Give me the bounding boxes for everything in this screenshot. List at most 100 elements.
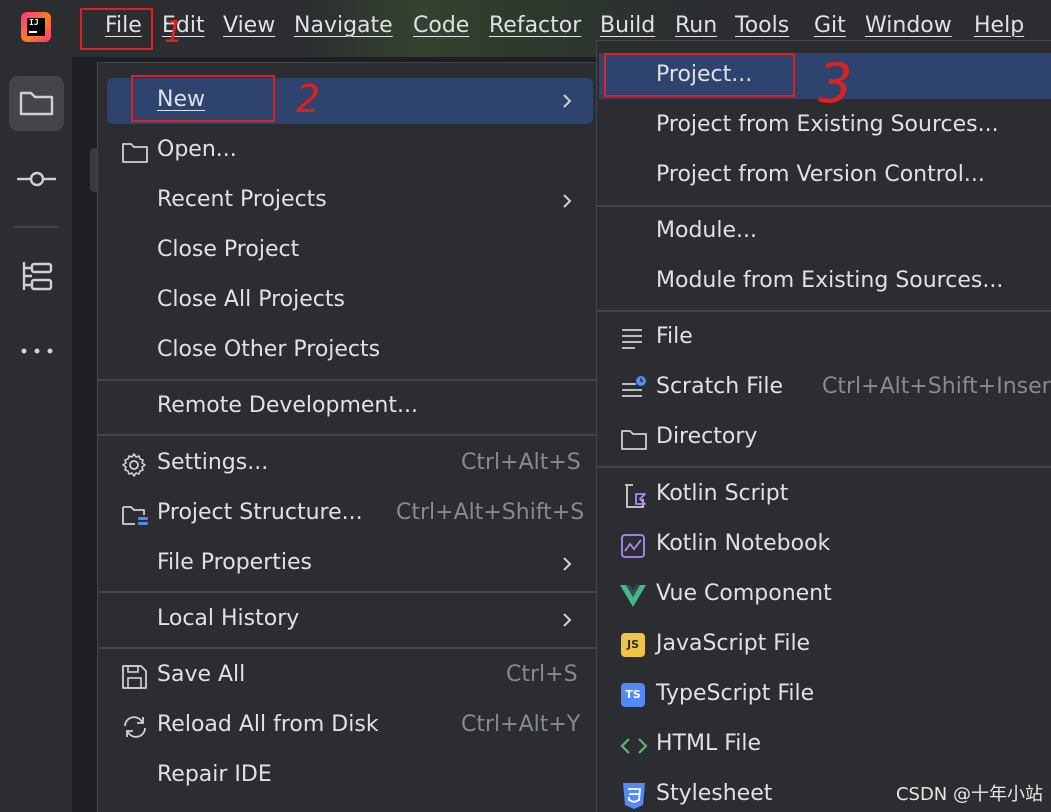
file-menu-item-settings[interactable]: Settings... Ctrl+Alt+S [98, 440, 596, 490]
file-menu-item-local-history[interactable]: Local History [98, 596, 596, 646]
annotation-box-new [131, 75, 275, 122]
new-item-typescript-file[interactable]: TS TypeScript File [597, 671, 1051, 721]
annotation-box-file [80, 8, 153, 50]
menu-item-label: Module from Existing Sources... [656, 268, 1004, 293]
menu-item-label: Kotlin Script [656, 481, 789, 506]
menu-separator [597, 310, 1051, 312]
kotlin-script-icon [625, 484, 646, 508]
reload-icon [124, 716, 146, 738]
file-menu-item-open[interactable]: Open... [98, 127, 596, 177]
menu-git[interactable]: Git [814, 13, 846, 38]
menu-item-label: Scratch File [656, 374, 784, 399]
annotation-box-project [604, 53, 795, 97]
menu-item-label: Save All [157, 662, 246, 687]
menu-item-label: Kotlin Notebook [656, 531, 831, 556]
structure-icon [22, 262, 53, 291]
file-menu-item-reload-all-from-disk[interactable]: Reload All from Disk Ctrl+Alt+Y [98, 702, 596, 752]
file-menu-item-project-structure[interactable]: Project Structure... Ctrl+Alt+Shift+S [98, 490, 596, 540]
menu-build[interactable]: Build [600, 13, 655, 38]
menu-item-label: Vue Component [656, 581, 832, 606]
new-item-scratch-file[interactable]: Scratch File Ctrl+Alt+Shift+Insert [597, 364, 1051, 414]
annotation-step-2: 2 [296, 78, 320, 120]
menu-item-label: Project from Existing Sources... [656, 112, 999, 137]
menu-separator [98, 647, 596, 649]
menu-tools[interactable]: Tools [735, 13, 789, 38]
menu-item-label: Close Project [157, 237, 300, 262]
commit-tool-button[interactable] [9, 151, 64, 206]
menu-run[interactable]: Run [675, 13, 717, 38]
chevron-right-icon [563, 613, 572, 627]
menu-separator [98, 379, 596, 381]
menu-help[interactable]: Help [974, 13, 1024, 38]
menu-item-label: File [656, 324, 693, 349]
css-icon [623, 783, 645, 809]
menu-item-label: HTML File [656, 731, 762, 756]
svg-text:1: 1 [164, 15, 183, 50]
file-menu-item-close-project[interactable]: Close Project [98, 227, 596, 277]
new-item-module[interactable]: Module... [597, 208, 1051, 258]
file-menu-item-save-all[interactable]: Save All Ctrl+S [98, 652, 596, 702]
javascript-icon: JS [621, 633, 645, 657]
menu-item-label: Stylesheet [656, 781, 773, 806]
menu-item-label: Module... [656, 218, 757, 243]
file-menu-item-file-properties[interactable]: File Properties [98, 540, 596, 590]
folder-icon [621, 430, 647, 450]
new-item-html-file[interactable]: HTML File [597, 721, 1051, 771]
file-menu-item-remote-development[interactable]: Remote Development... [98, 383, 596, 433]
new-item-vue-component[interactable]: Vue Component [597, 571, 1051, 621]
chevron-right-icon [563, 557, 572, 571]
annotation-step-1: 1 [164, 15, 183, 50]
menu-refactor[interactable]: Refactor [489, 13, 581, 38]
menu-item-label: Recent Projects [157, 187, 327, 212]
more-tools-button[interactable] [9, 323, 64, 378]
file-menu-item-close-all-projects[interactable]: Close All Projects [98, 277, 596, 327]
menu-item-label: Local History [157, 606, 300, 631]
menu-item-shortcut: Ctrl+Alt+S [461, 450, 581, 475]
menu-separator [98, 434, 596, 436]
tool-separator [14, 226, 58, 228]
menu-separator [597, 205, 1051, 207]
new-item-project-from-version-control[interactable]: Project from Version Control... [597, 152, 1051, 202]
menu-item-label: JavaScript File [656, 631, 811, 656]
project-tool-button[interactable] [9, 76, 64, 131]
typescript-icon: TS [621, 683, 645, 707]
menu-separator [98, 591, 596, 593]
menu-item-label: Close Other Projects [157, 337, 381, 362]
commit-icon [17, 171, 56, 187]
menu-view[interactable]: View [223, 13, 275, 38]
menu-code[interactable]: Code [413, 13, 469, 38]
intellij-logo-icon[interactable]: IJ [21, 12, 51, 42]
text-file-icon [622, 329, 642, 349]
new-item-javascript-file[interactable]: JS JavaScript File [597, 621, 1051, 671]
menu-navigate[interactable]: Navigate [294, 13, 393, 38]
file-menu-item-recent-projects[interactable]: Recent Projects [98, 177, 596, 227]
save-icon [122, 665, 147, 689]
menu-item-label: Reload All from Disk [157, 712, 379, 737]
menu-item-shortcut: Ctrl+Alt+Y [461, 712, 581, 737]
chevron-right-icon [563, 194, 572, 208]
scratch-file-icon [622, 376, 646, 397]
new-item-kotlin-notebook[interactable]: Kotlin Notebook [597, 521, 1051, 571]
logo-text: IJ [29, 18, 39, 27]
chevron-right-icon [563, 94, 572, 108]
gear-icon [122, 453, 146, 477]
more-horizontal-icon [21, 348, 53, 354]
menu-item-label: Directory [656, 424, 758, 449]
new-item-kotlin-script[interactable]: Kotlin Script [597, 471, 1051, 521]
new-item-module-from-existing-sources[interactable]: Module from Existing Sources... [597, 258, 1051, 308]
file-menu-item-repair-ide[interactable]: Repair IDE [98, 752, 596, 802]
structure-tool-button[interactable] [9, 248, 64, 303]
menu-separator [597, 466, 1051, 468]
menu-item-label: Remote Development... [157, 393, 418, 418]
menu-item-shortcut: Ctrl+Alt+Shift+S [396, 500, 585, 525]
new-item-file[interactable]: File [597, 314, 1051, 364]
menu-window[interactable]: Window [865, 13, 952, 38]
menu-item-shortcut: Ctrl+S [506, 662, 578, 687]
menu-item-label: TypeScript File [656, 681, 815, 706]
file-menu-item-close-other-projects[interactable]: Close Other Projects [98, 327, 596, 377]
new-item-directory[interactable]: Directory [597, 414, 1051, 464]
menu-item-shortcut: Ctrl+Alt+Shift+Insert [822, 374, 1051, 399]
menu-item-label: Repair IDE [157, 762, 272, 787]
svg-text:2: 2 [296, 78, 320, 120]
menu-item-label: Settings... [157, 450, 269, 475]
